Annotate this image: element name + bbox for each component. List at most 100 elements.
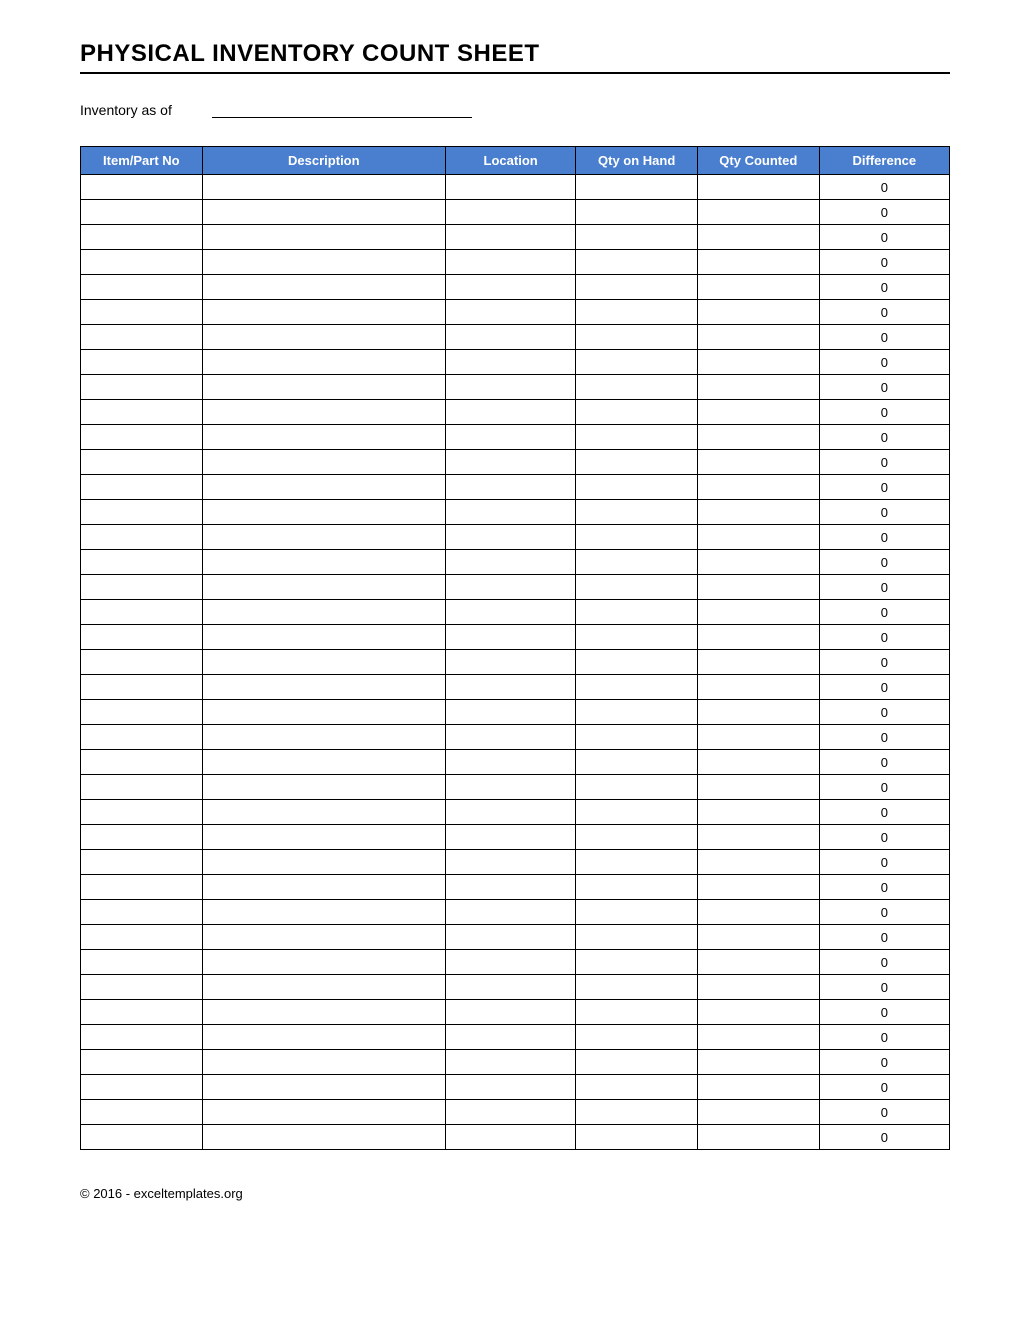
cell-loc[interactable] bbox=[445, 950, 575, 975]
cell-counted[interactable] bbox=[697, 575, 819, 600]
cell-desc[interactable] bbox=[202, 1025, 445, 1050]
cell-counted[interactable] bbox=[697, 875, 819, 900]
cell-diff[interactable]: 0 bbox=[819, 775, 949, 800]
cell-desc[interactable] bbox=[202, 925, 445, 950]
cell-onhand[interactable] bbox=[576, 975, 698, 1000]
cell-desc[interactable] bbox=[202, 750, 445, 775]
cell-diff[interactable]: 0 bbox=[819, 750, 949, 775]
cell-desc[interactable] bbox=[202, 625, 445, 650]
cell-diff[interactable]: 0 bbox=[819, 1025, 949, 1050]
cell-desc[interactable] bbox=[202, 700, 445, 725]
cell-counted[interactable] bbox=[697, 350, 819, 375]
cell-counted[interactable] bbox=[697, 775, 819, 800]
cell-diff[interactable]: 0 bbox=[819, 700, 949, 725]
cell-counted[interactable] bbox=[697, 725, 819, 750]
cell-counted[interactable] bbox=[697, 975, 819, 1000]
cell-counted[interactable] bbox=[697, 550, 819, 575]
cell-onhand[interactable] bbox=[576, 1000, 698, 1025]
cell-counted[interactable] bbox=[697, 500, 819, 525]
cell-onhand[interactable] bbox=[576, 400, 698, 425]
cell-desc[interactable] bbox=[202, 175, 445, 200]
cell-onhand[interactable] bbox=[576, 950, 698, 975]
cell-item[interactable] bbox=[81, 825, 203, 850]
cell-counted[interactable] bbox=[697, 925, 819, 950]
cell-diff[interactable]: 0 bbox=[819, 650, 949, 675]
cell-desc[interactable] bbox=[202, 1125, 445, 1150]
cell-diff[interactable]: 0 bbox=[819, 450, 949, 475]
cell-loc[interactable] bbox=[445, 1050, 575, 1075]
cell-diff[interactable]: 0 bbox=[819, 1000, 949, 1025]
cell-diff[interactable]: 0 bbox=[819, 175, 949, 200]
cell-loc[interactable] bbox=[445, 600, 575, 625]
cell-onhand[interactable] bbox=[576, 475, 698, 500]
cell-diff[interactable]: 0 bbox=[819, 975, 949, 1000]
cell-onhand[interactable] bbox=[576, 800, 698, 825]
cell-diff[interactable]: 0 bbox=[819, 225, 949, 250]
cell-loc[interactable] bbox=[445, 575, 575, 600]
cell-loc[interactable] bbox=[445, 525, 575, 550]
cell-counted[interactable] bbox=[697, 200, 819, 225]
cell-desc[interactable] bbox=[202, 975, 445, 1000]
cell-counted[interactable] bbox=[697, 900, 819, 925]
cell-diff[interactable]: 0 bbox=[819, 250, 949, 275]
cell-desc[interactable] bbox=[202, 450, 445, 475]
cell-desc[interactable] bbox=[202, 575, 445, 600]
cell-counted[interactable] bbox=[697, 950, 819, 975]
cell-loc[interactable] bbox=[445, 450, 575, 475]
cell-item[interactable] bbox=[81, 250, 203, 275]
cell-loc[interactable] bbox=[445, 750, 575, 775]
cell-diff[interactable]: 0 bbox=[819, 625, 949, 650]
cell-loc[interactable] bbox=[445, 1025, 575, 1050]
cell-loc[interactable] bbox=[445, 1075, 575, 1100]
cell-item[interactable] bbox=[81, 400, 203, 425]
cell-onhand[interactable] bbox=[576, 225, 698, 250]
cell-item[interactable] bbox=[81, 175, 203, 200]
cell-item[interactable] bbox=[81, 925, 203, 950]
cell-counted[interactable] bbox=[697, 475, 819, 500]
cell-loc[interactable] bbox=[445, 775, 575, 800]
cell-loc[interactable] bbox=[445, 300, 575, 325]
cell-loc[interactable] bbox=[445, 1000, 575, 1025]
cell-diff[interactable]: 0 bbox=[819, 1125, 949, 1150]
inventory-asof-field[interactable] bbox=[212, 102, 472, 118]
cell-onhand[interactable] bbox=[576, 1125, 698, 1150]
cell-onhand[interactable] bbox=[576, 250, 698, 275]
cell-diff[interactable]: 0 bbox=[819, 325, 949, 350]
cell-desc[interactable] bbox=[202, 325, 445, 350]
cell-onhand[interactable] bbox=[576, 175, 698, 200]
cell-onhand[interactable] bbox=[576, 700, 698, 725]
cell-loc[interactable] bbox=[445, 675, 575, 700]
cell-desc[interactable] bbox=[202, 350, 445, 375]
cell-desc[interactable] bbox=[202, 500, 445, 525]
cell-counted[interactable] bbox=[697, 175, 819, 200]
cell-onhand[interactable] bbox=[576, 275, 698, 300]
cell-diff[interactable]: 0 bbox=[819, 875, 949, 900]
cell-item[interactable] bbox=[81, 350, 203, 375]
cell-desc[interactable] bbox=[202, 550, 445, 575]
cell-loc[interactable] bbox=[445, 700, 575, 725]
cell-desc[interactable] bbox=[202, 725, 445, 750]
cell-loc[interactable] bbox=[445, 875, 575, 900]
cell-item[interactable] bbox=[81, 750, 203, 775]
cell-onhand[interactable] bbox=[576, 300, 698, 325]
cell-item[interactable] bbox=[81, 1050, 203, 1075]
cell-desc[interactable] bbox=[202, 650, 445, 675]
cell-item[interactable] bbox=[81, 600, 203, 625]
cell-loc[interactable] bbox=[445, 1100, 575, 1125]
cell-counted[interactable] bbox=[697, 825, 819, 850]
cell-item[interactable] bbox=[81, 300, 203, 325]
cell-diff[interactable]: 0 bbox=[819, 275, 949, 300]
cell-counted[interactable] bbox=[697, 800, 819, 825]
cell-diff[interactable]: 0 bbox=[819, 500, 949, 525]
cell-item[interactable] bbox=[81, 725, 203, 750]
cell-counted[interactable] bbox=[697, 1075, 819, 1100]
cell-diff[interactable]: 0 bbox=[819, 200, 949, 225]
cell-desc[interactable] bbox=[202, 900, 445, 925]
cell-diff[interactable]: 0 bbox=[819, 825, 949, 850]
cell-onhand[interactable] bbox=[576, 775, 698, 800]
cell-onhand[interactable] bbox=[576, 1100, 698, 1125]
cell-item[interactable] bbox=[81, 1100, 203, 1125]
cell-loc[interactable] bbox=[445, 725, 575, 750]
cell-loc[interactable] bbox=[445, 175, 575, 200]
cell-loc[interactable] bbox=[445, 200, 575, 225]
